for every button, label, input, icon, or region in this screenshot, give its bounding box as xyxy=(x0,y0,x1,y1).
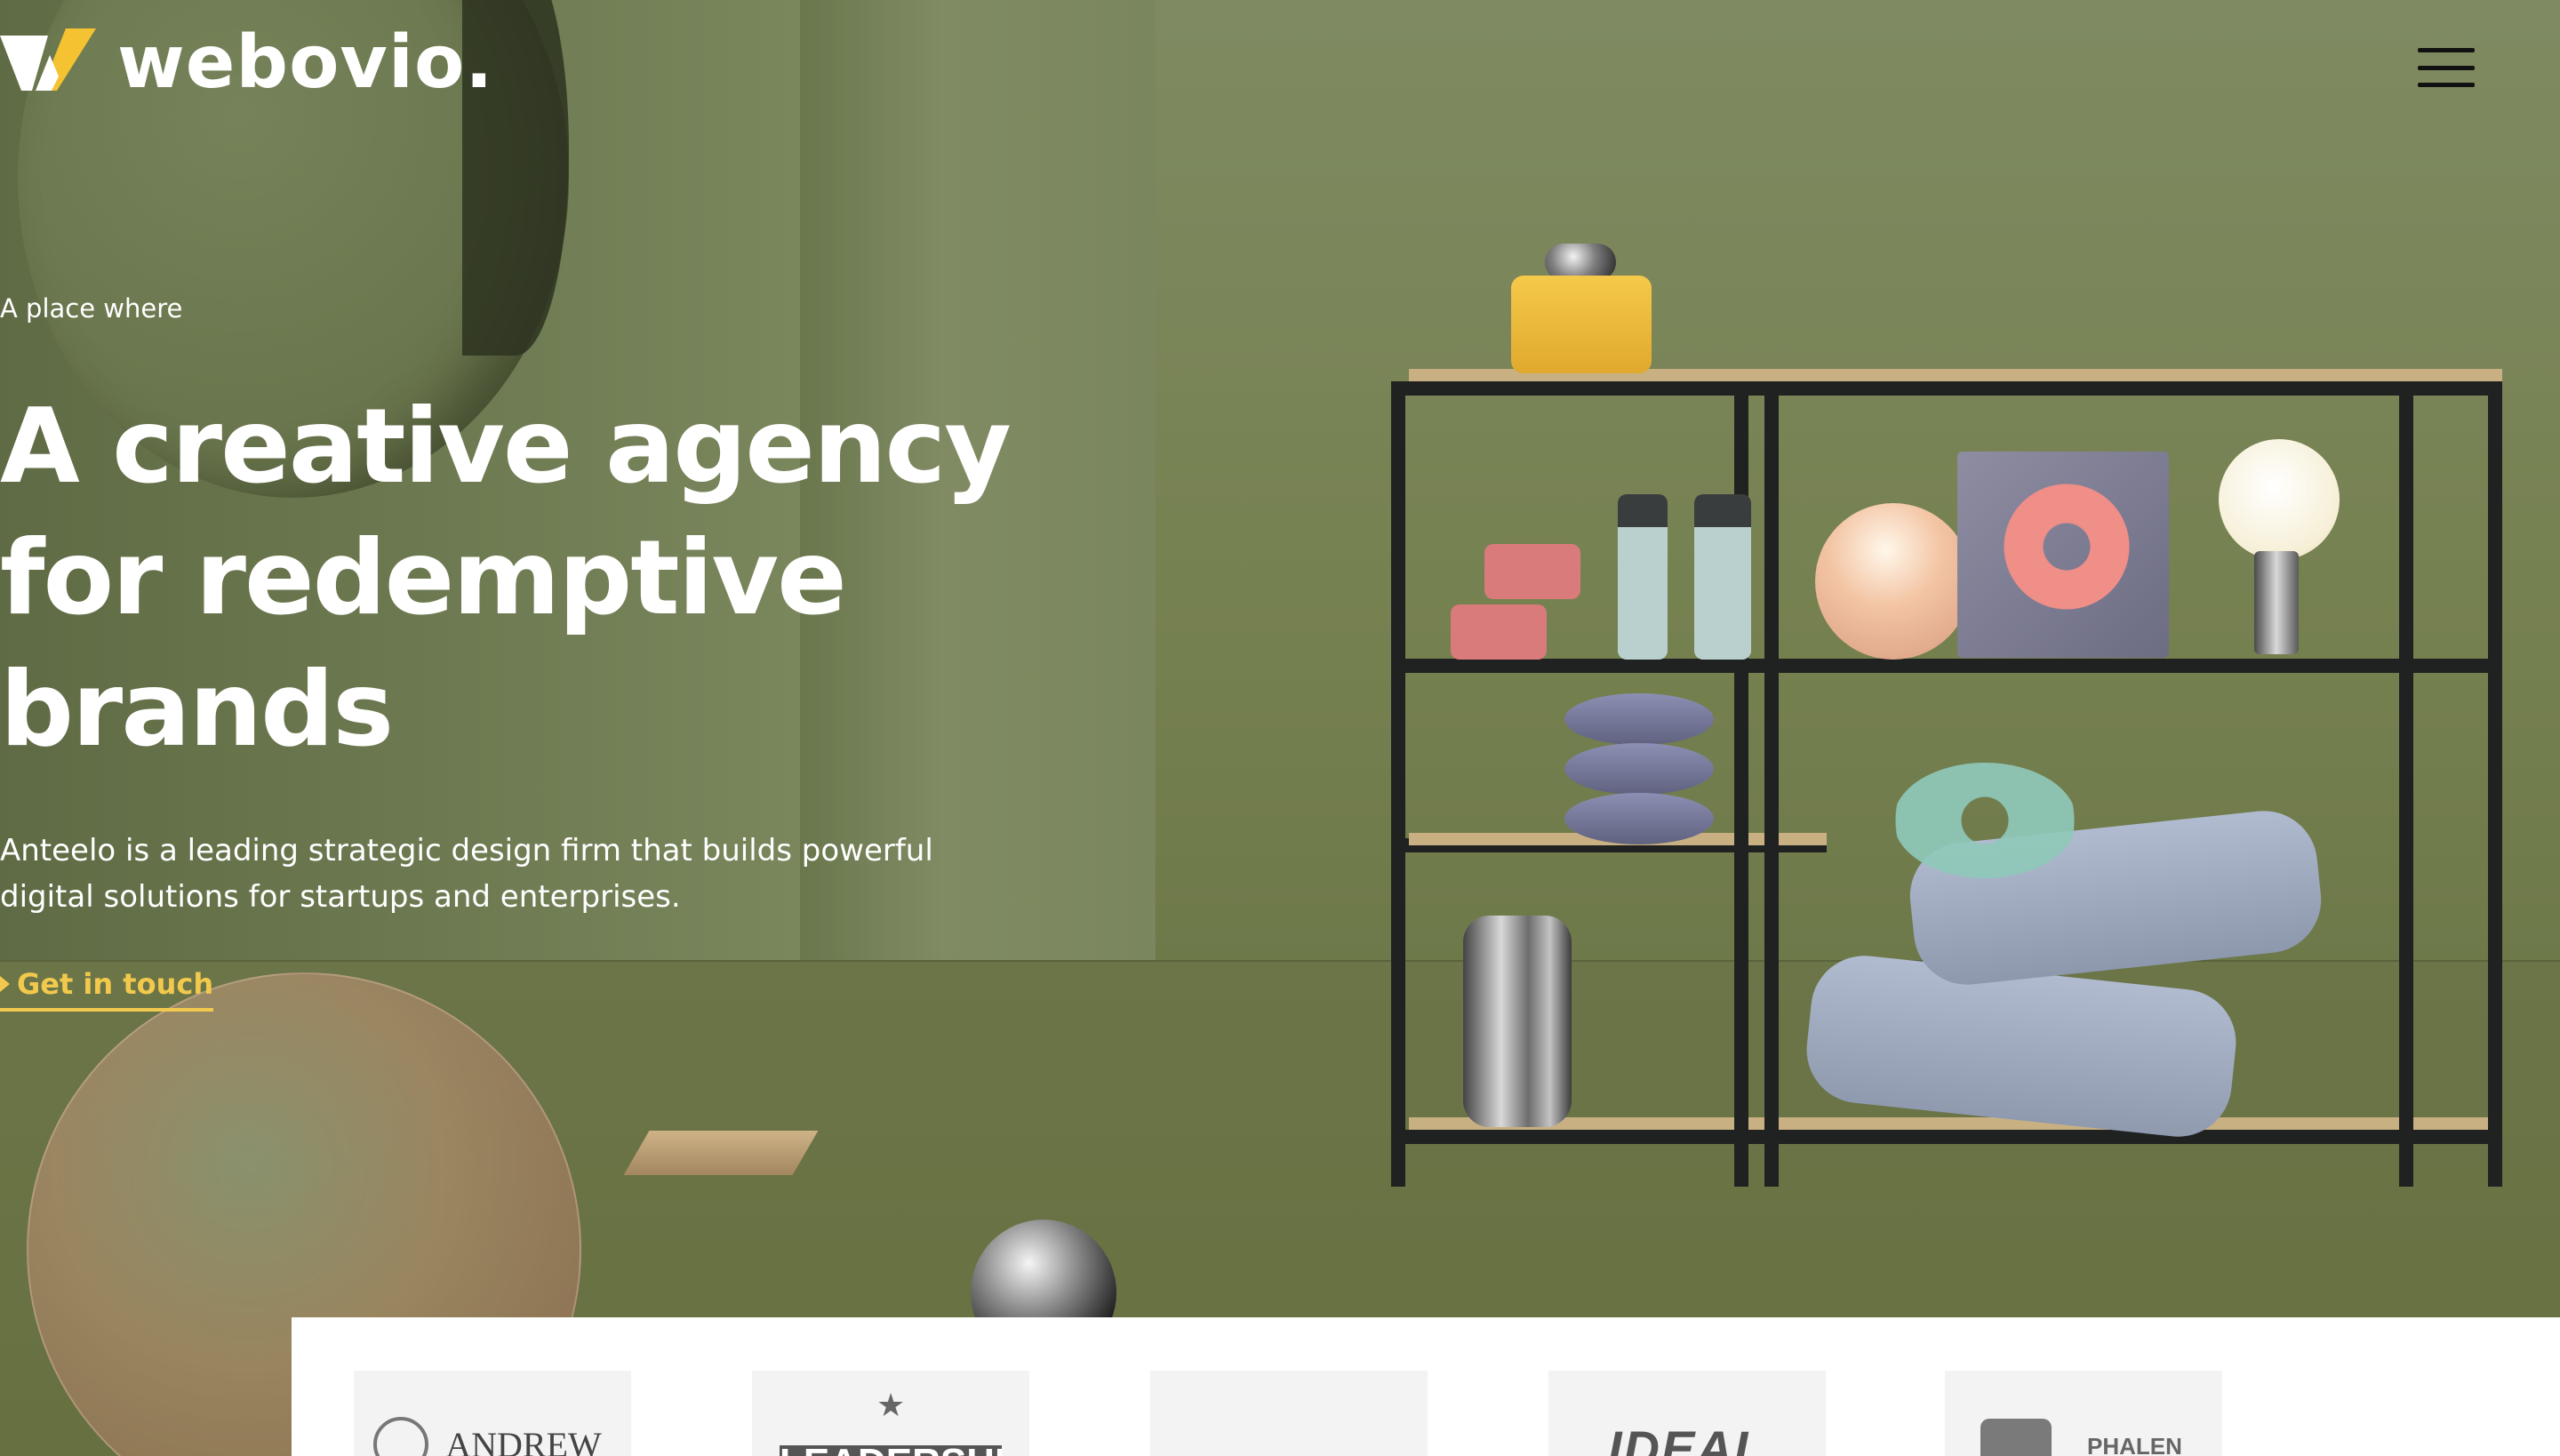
get-in-touch-label: Get in touch xyxy=(17,967,214,1001)
chrome-can-shape xyxy=(1463,916,1572,1127)
brand-name: webovio. xyxy=(117,20,494,105)
caret-right-icon xyxy=(0,976,10,992)
client-logo-text: ANDREW xyxy=(445,1425,602,1456)
client-logo-leadership: ★ LEADERSHIP xyxy=(752,1371,1029,1456)
brand-logo-link[interactable]: webovio. xyxy=(0,27,493,100)
phalen-crest-icon xyxy=(1980,1419,2052,1456)
pink-jar-shape xyxy=(1484,544,1580,599)
pink-jar-shape xyxy=(1451,604,1547,660)
client-logo-text: IDEAL xyxy=(1608,1420,1766,1456)
site-header: webovio. xyxy=(0,0,2560,133)
client-logo-text: LEADERSHIP xyxy=(780,1445,1002,1456)
hero-eyebrow: A place where xyxy=(0,293,183,324)
lamp-globe-shape xyxy=(2219,439,2340,560)
get-in-touch-button[interactable]: Get in touch xyxy=(0,967,214,1012)
client-logos-strip: ANDREW ★ LEADERSHIP IDEAL PHALEN xyxy=(292,1317,2560,1456)
wooden-plank-shape xyxy=(623,1131,819,1175)
lamp-base-shape xyxy=(2254,551,2299,654)
hero-headline-line: brands xyxy=(0,649,394,770)
page: webovio. A place where A creative agency… xyxy=(0,0,2560,1456)
bottle-shape xyxy=(1618,494,1668,660)
client-logo-ideal: IDEAL xyxy=(1548,1371,1826,1456)
peach-sphere-shape xyxy=(1815,503,1972,660)
stacked-rings-shape xyxy=(1564,693,1714,844)
star-icon: ★ xyxy=(876,1388,906,1424)
hero-headline: A creative agency for redemptive brands xyxy=(0,381,1067,776)
client-logo-faint xyxy=(1150,1371,1428,1456)
pink-donut-shape xyxy=(2000,480,2133,613)
hamburger-menu-icon[interactable] xyxy=(2418,48,2475,87)
hero-section: A place where A creative agency for rede… xyxy=(0,293,1067,920)
mint-ring-shape xyxy=(1893,763,2076,878)
client-logo-andrew: ANDREW xyxy=(354,1371,631,1456)
perfume-bottle-shape xyxy=(1511,276,1652,373)
menu-bar xyxy=(2418,48,2475,52)
menu-bar xyxy=(2418,83,2475,87)
client-logo-text: PHALEN xyxy=(2087,1433,2182,1456)
hero-subtitle: Anteelo is a leading strategic design fi… xyxy=(0,832,933,915)
webovio-v-logo-icon xyxy=(0,28,96,91)
bottle-shape xyxy=(1694,494,1751,660)
client-logo-phalen: PHALEN xyxy=(1945,1371,2222,1456)
hero-headline-line: A creative agency xyxy=(0,386,1012,507)
hero-headline-line: for redemptive xyxy=(0,517,847,638)
menu-bar xyxy=(2418,65,2475,70)
